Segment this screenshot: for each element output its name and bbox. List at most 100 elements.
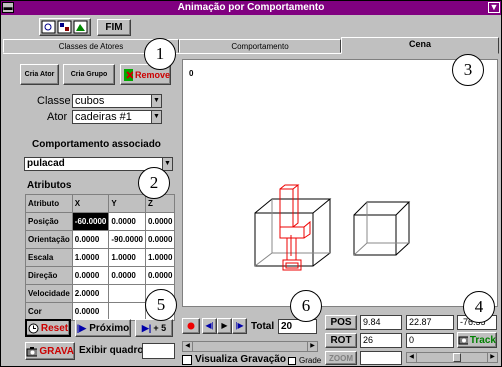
ator-value: cadeiras #1	[75, 111, 132, 123]
attribute-name-cell: Escala	[25, 248, 73, 267]
attribute-value-cell[interactable]: 1.0000	[71, 248, 110, 267]
step-back-icon[interactable]: ◀|	[202, 318, 217, 334]
chevron-left-icon[interactable]: ◀	[407, 353, 417, 362]
classe-select[interactable]: cubos ▼	[72, 94, 162, 108]
table-row: Posição -60.0000 0.0000 0.0000	[25, 212, 176, 231]
callout-3: 3	[452, 54, 484, 86]
zoom-slider[interactable]: ◀ ▶	[406, 352, 498, 363]
attribute-value-cell[interactable]: 0.0000	[71, 302, 110, 321]
chevron-right-icon[interactable]: ▶	[487, 353, 497, 362]
comportamento-label: Comportamento associado	[32, 139, 161, 150]
visualiza-checkbox[interactable]	[182, 355, 192, 365]
visualiza-label: Visualiza Gravação	[195, 354, 286, 365]
fast-forward-icon: ▶|	[141, 322, 152, 333]
attribute-value-cell[interactable]: 1.0000	[108, 248, 146, 267]
toolbar-icon-group	[39, 18, 91, 36]
zoom-button[interactable]: ZOOM	[325, 351, 357, 365]
camera-icon	[458, 336, 468, 345]
plus5-label: + 5	[153, 323, 167, 333]
callout-2: 2	[138, 167, 170, 199]
callout-1: 1	[144, 38, 176, 70]
attribute-value-cell[interactable]: 0.0000	[144, 230, 176, 249]
attribute-name-cell: Posição	[25, 212, 73, 231]
timeline-scrollbar[interactable]: ◀ ▶	[182, 341, 318, 352]
column-header: Y	[108, 194, 146, 213]
attribute-value-cell[interactable]: 0.0000	[108, 212, 146, 231]
zoom-field[interactable]	[360, 351, 402, 365]
scene-wireframe	[254, 184, 411, 271]
remove-label: Remove	[134, 69, 170, 80]
attribute-value-cell[interactable]: 0.0000	[71, 230, 110, 249]
grade-label: Grade	[299, 356, 322, 365]
classe-value: cubos	[75, 95, 105, 107]
app-window: ▬ Animação por Comportamento ▼ FIM Class…	[0, 0, 502, 367]
column-header: Atributo	[25, 194, 73, 213]
record-icon	[187, 322, 195, 330]
slider-thumb[interactable]	[453, 353, 461, 362]
proximo-label: Próximo	[89, 322, 130, 334]
plus5-button[interactable]: ▶| + 5	[135, 319, 173, 337]
pos-x-field[interactable]: 9.84	[360, 315, 402, 330]
rot-x-field[interactable]: 26	[360, 333, 402, 348]
remove-icon	[124, 68, 133, 81]
ator-label: Ator	[47, 111, 68, 123]
pos-button[interactable]: POS	[325, 315, 357, 330]
window-title: Animação por Comportamento	[177, 2, 325, 13]
attribute-value-cell[interactable]: 2.0000	[71, 284, 110, 303]
system-menu-icon[interactable]: ▬	[2, 2, 14, 13]
grade-checkbox[interactable]	[288, 357, 296, 365]
callout-4: 4	[463, 291, 495, 323]
record-button[interactable]	[182, 318, 200, 334]
table-row: Direção 0.0000 0.0000 0.0000	[25, 266, 176, 285]
chevron-down-icon[interactable]: ▼	[151, 95, 161, 107]
chevron-right-icon[interactable]: ▶	[307, 342, 317, 351]
tab-cena[interactable]: Cena	[341, 37, 499, 54]
track-label: Track	[469, 334, 496, 346]
attribute-value-cell[interactable]: 0.0000	[71, 266, 110, 285]
attribute-value-cell[interactable]: -60.0000	[71, 212, 110, 231]
attribute-value-cell[interactable]: 0.0000	[108, 266, 146, 285]
chevron-down-icon[interactable]: ▼	[151, 111, 161, 123]
camera-icon	[26, 346, 38, 356]
attribute-value-cell[interactable]: 0.0000	[144, 212, 176, 231]
grava-button[interactable]: GRAVA	[25, 342, 75, 360]
tab-comportamento[interactable]: Comportamento	[179, 39, 341, 53]
column-header: X	[71, 194, 110, 213]
reset-button[interactable]: Reset	[25, 319, 71, 337]
toolbar-icons[interactable]	[40, 19, 90, 35]
reset-label: Reset	[40, 322, 69, 334]
rot-y-field[interactable]: 0	[406, 333, 454, 348]
total-label: Total	[251, 321, 275, 332]
attribute-name-cell: Direção	[25, 266, 73, 285]
attribute-value-cell[interactable]	[108, 302, 146, 321]
table-row: Orientação 0.0000 -90.0000 0.0000	[25, 230, 176, 249]
attribute-value-cell[interactable]: -90.0000	[108, 230, 146, 249]
cria-ator-button[interactable]: Cria Ator	[20, 64, 59, 85]
cria-grupo-button[interactable]: Cria Grupo	[63, 64, 115, 85]
rot-button[interactable]: ROT	[325, 333, 357, 348]
grava-label: GRAVA	[39, 345, 74, 357]
ator-select[interactable]: cadeiras #1 ▼	[72, 110, 162, 124]
play-icon[interactable]: ▶	[217, 318, 232, 334]
total-input[interactable]: 20	[278, 319, 317, 334]
chevron-left-icon[interactable]: ◀	[183, 342, 193, 351]
comportamento-value: pulacad	[27, 158, 65, 169]
dropdown-arrow-icon[interactable]: ▼	[488, 2, 500, 13]
attribute-value-cell[interactable]	[108, 284, 146, 303]
pos-y-field[interactable]: 22.87	[406, 315, 454, 330]
attribute-name-cell: Cor	[25, 302, 73, 321]
chevron-down-icon[interactable]: ▼	[162, 158, 172, 170]
step-forward-icon[interactable]: |▶	[232, 318, 247, 334]
attribute-name-cell: Velocidade	[25, 284, 73, 303]
step-forward-icon: |▶	[76, 322, 87, 333]
attribute-value-cell[interactable]: 1.0000	[144, 248, 176, 267]
exibir-quadro-label: Exibir quadro:	[79, 345, 147, 356]
table-row: Escala 1.0000 1.0000 1.0000	[25, 248, 176, 267]
fim-button[interactable]: FIM	[97, 19, 131, 36]
attribute-value-cell[interactable]: 0.0000	[144, 266, 176, 285]
classe-label: Classe	[37, 95, 71, 107]
proximo-button[interactable]: |▶ Próximo	[75, 319, 131, 337]
track-button[interactable]: Track	[457, 332, 497, 348]
scene-viewport[interactable]: 0	[182, 59, 498, 307]
exibir-quadro-input[interactable]	[142, 343, 175, 359]
